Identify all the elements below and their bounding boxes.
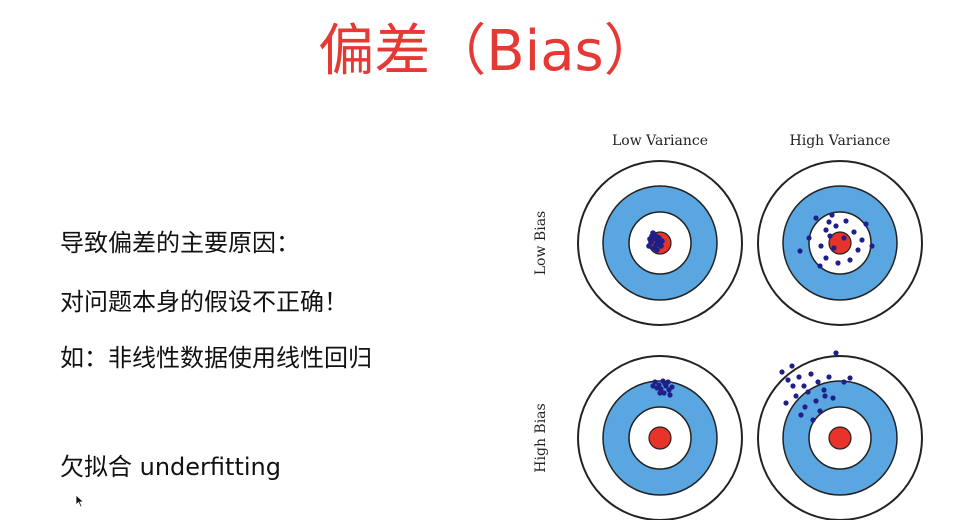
- row-label-low-bias: Low Bias: [533, 211, 549, 275]
- bullseye: [828, 426, 852, 450]
- bullet-wrong-assumption: 对问题本身的假设不正确！: [60, 288, 348, 316]
- target-high-bias-low-variance: [577, 355, 743, 520]
- slide-title: 偏差（Bias）: [318, 19, 660, 84]
- col-label-high-variance: High Variance: [790, 133, 891, 149]
- mouse-cursor-icon: [75, 494, 85, 508]
- bias-variance-targets-diagram: Low Variance High Variance Low Bias High…: [533, 133, 923, 520]
- bullet-cause-heading: 导致偏差的主要原因：: [60, 229, 300, 257]
- col-label-low-variance: Low Variance: [612, 133, 708, 149]
- bullet-underfitting: 欠拟合 underfitting: [60, 453, 281, 481]
- target-high-bias-high-variance: [757, 350, 923, 520]
- target-low-bias-high-variance: [757, 160, 923, 326]
- row-label-high-bias: High Bias: [533, 403, 549, 472]
- bullseye: [648, 426, 672, 450]
- slide: 偏差（Bias） 导致偏差的主要原因： 对问题本身的假设不正确！ 如：非线性数据…: [0, 0, 978, 530]
- bullet-example: 如：非线性数据使用线性回归: [60, 344, 372, 372]
- target-low-bias-low-variance: [577, 160, 743, 326]
